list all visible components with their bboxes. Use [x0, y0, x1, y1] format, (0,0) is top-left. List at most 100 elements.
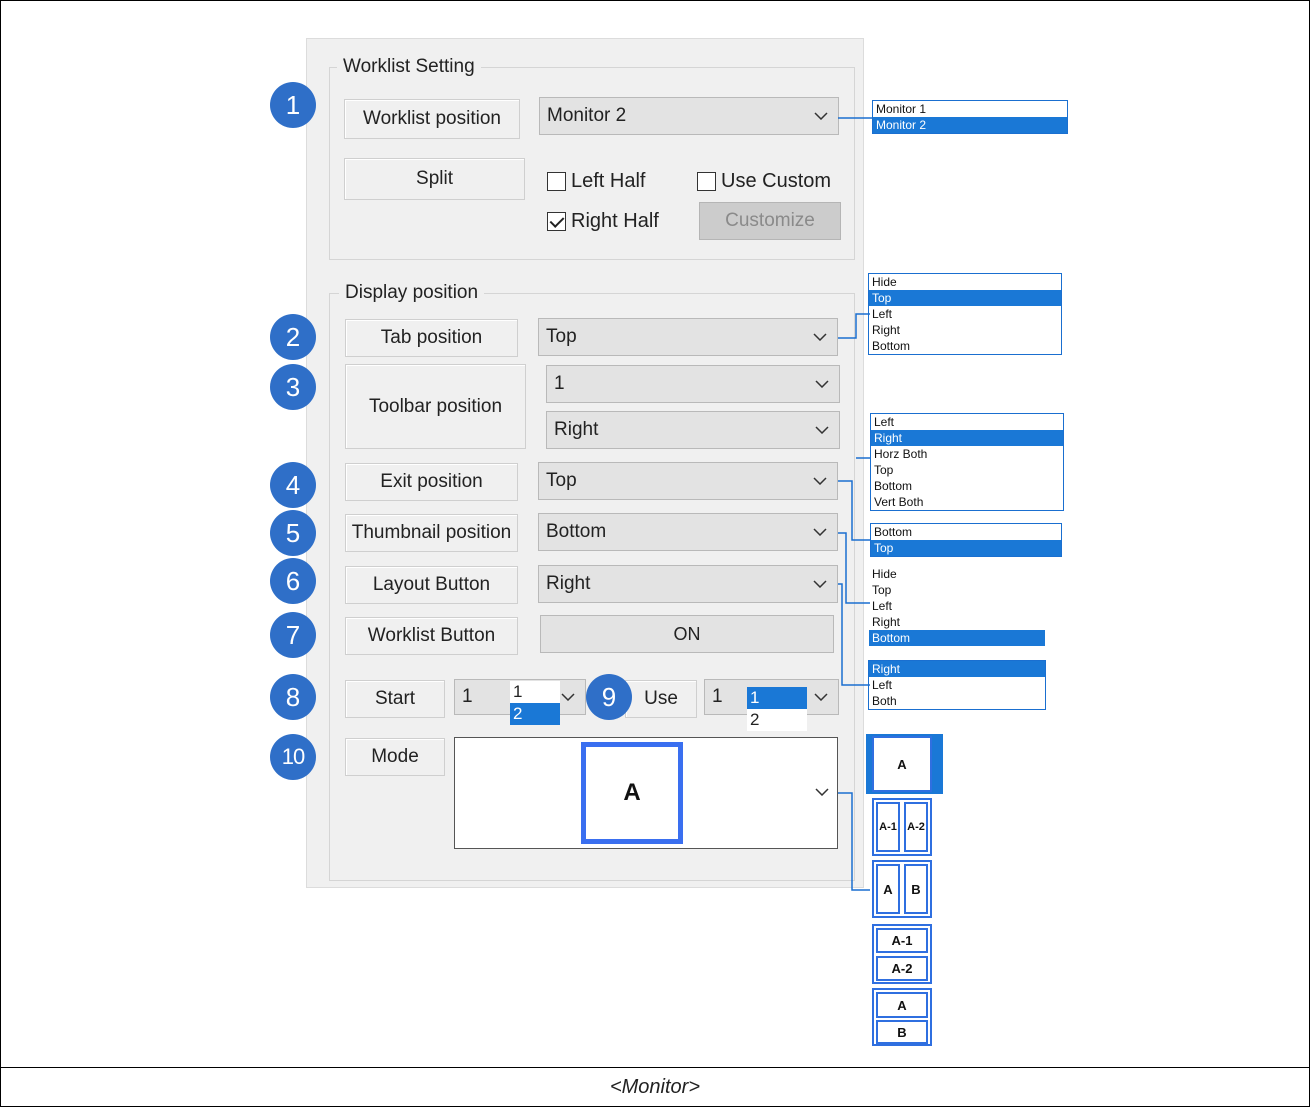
exit-position-options[interactable]: Bottom Top [870, 523, 1062, 557]
worklist-position-options[interactable]: Monitor 1 Monitor 2 [872, 100, 1068, 134]
toolbar-count-select[interactable]: 1 [546, 365, 840, 403]
use-option[interactable]: 1 [747, 687, 807, 709]
display-position-title: Display position [339, 282, 485, 304]
thumbnail-position-select[interactable]: Bottom [538, 513, 838, 551]
option[interactable]: Left [871, 414, 1063, 430]
right-half-checkbox[interactable]: Right Half [547, 210, 659, 233]
worklist-position-value: Monitor 2 [547, 105, 627, 126]
mode-option-vertical-split[interactable]: A-1 A-2 [872, 798, 932, 856]
option[interactable]: Hide [869, 274, 1061, 290]
toolbar-count-value: 1 [554, 373, 565, 394]
option[interactable]: Right [869, 322, 1061, 338]
exit-position-label: Exit position [345, 463, 518, 501]
mode-option-ab-horizontal[interactable]: A B [872, 860, 932, 918]
toolbar-position-options[interactable]: Left Right Horz Both Top Bottom Vert Bot… [870, 413, 1064, 511]
option[interactable]: Horz Both [871, 446, 1063, 462]
tab-position-value: Top [546, 326, 577, 347]
mode-label: Mode [345, 738, 445, 776]
worklist-button-label: Worklist Button [345, 617, 518, 655]
mode-option-ab-vertical[interactable]: A B [872, 988, 932, 1046]
worklist-setting-title: Worklist Setting [337, 56, 481, 78]
marker-4: 4 [270, 462, 316, 508]
checkbox-checked-icon [547, 212, 566, 231]
checkbox-icon [547, 172, 566, 191]
chevron-down-icon [814, 693, 828, 701]
chevron-down-icon [813, 477, 827, 485]
option[interactable]: Right [869, 614, 1045, 630]
marker-9: 9 [586, 674, 632, 720]
use-custom-label: Use Custom [721, 170, 832, 192]
customize-button[interactable]: Customize [699, 202, 841, 240]
thumbnail-position-options[interactable]: Hide Top Left Right Bottom [868, 565, 1046, 647]
use-custom-checkbox[interactable]: Use Custom [697, 170, 831, 193]
use-option[interactable]: 2 [747, 709, 807, 731]
toolbar-position-value: Right [554, 419, 599, 440]
figure-caption: <Monitor> [0, 1067, 1310, 1107]
panel-cut-2 [256, 408, 302, 458]
start-option[interactable]: 2 [510, 703, 560, 725]
start-option[interactable]: 1 [510, 681, 560, 703]
mode-preview: A [581, 742, 683, 844]
marker-8: 8 [270, 674, 316, 720]
mode-option-label: A-1 [876, 802, 900, 852]
option[interactable]: Top [869, 290, 1061, 306]
start-dropdown-list[interactable]: 1 2 [510, 681, 560, 725]
option[interactable]: Left [869, 306, 1061, 322]
split-label: Split [344, 158, 525, 200]
layout-button-label: Layout Button [345, 566, 518, 604]
option[interactable]: Top [869, 582, 1045, 598]
marker-5: 5 [270, 510, 316, 556]
marker-3: 3 [270, 364, 316, 410]
marker-10: 10 [270, 734, 316, 780]
left-half-checkbox[interactable]: Left Half [547, 170, 645, 193]
mode-select[interactable]: A [454, 737, 838, 849]
chevron-down-icon [815, 788, 829, 796]
option[interactable]: Top [871, 540, 1061, 556]
exit-position-select[interactable]: Top [538, 462, 838, 500]
mode-options[interactable]: A A-1 A-2 A B A-1 A-2 A B [866, 734, 946, 1046]
option[interactable]: Bottom [869, 338, 1061, 354]
mode-option-label: A-1 [876, 928, 928, 953]
use-label: Use [625, 680, 697, 718]
chevron-down-icon [561, 693, 575, 701]
start-value: 1 [462, 686, 473, 707]
option[interactable]: Bottom [871, 524, 1061, 540]
option[interactable]: Monitor 1 [873, 101, 1067, 117]
use-value: 1 [712, 686, 723, 707]
worklist-position-label: Worklist position [344, 99, 520, 139]
right-half-label: Right Half [571, 210, 659, 232]
option[interactable]: Left [869, 598, 1045, 614]
mode-option-label: A [876, 992, 928, 1018]
thumbnail-position-value: Bottom [546, 521, 607, 542]
mode-option-stacked-split[interactable]: A-1 A-2 [872, 924, 932, 984]
layout-button-options[interactable]: Right Left Both [868, 660, 1046, 710]
use-dropdown-list[interactable]: 1 2 [747, 687, 807, 731]
option[interactable]: Monitor 2 [873, 117, 1067, 133]
option[interactable]: Bottom [869, 630, 1045, 646]
option[interactable]: Right [869, 661, 1045, 677]
option[interactable]: Right [871, 430, 1063, 446]
tab-position-options[interactable]: Hide Top Left Right Bottom [868, 273, 1062, 355]
toolbar-position-label: Toolbar position [345, 364, 526, 449]
marker-2: 2 [270, 314, 316, 360]
mode-value: A [623, 779, 641, 806]
layout-button-select[interactable]: Right [538, 565, 838, 603]
chevron-down-icon [813, 580, 827, 588]
option[interactable]: Left [869, 677, 1045, 693]
worklist-position-select[interactable]: Monitor 2 [539, 97, 839, 135]
left-half-label: Left Half [571, 170, 646, 192]
marker-7: 7 [270, 612, 316, 658]
option[interactable]: Bottom [871, 478, 1063, 494]
option[interactable]: Hide [869, 566, 1045, 582]
tab-position-select[interactable]: Top [538, 318, 838, 356]
option[interactable]: Vert Both [871, 494, 1063, 510]
worklist-button-toggle[interactable]: ON [540, 615, 834, 653]
option[interactable]: Top [871, 462, 1063, 478]
chevron-down-icon [814, 112, 828, 120]
mode-option-label: A-2 [876, 956, 928, 981]
option[interactable]: Both [869, 693, 1045, 709]
mode-option-single[interactable]: A [866, 734, 943, 794]
toolbar-position-select[interactable]: Right [546, 411, 840, 449]
marker-6: 6 [270, 558, 316, 604]
chevron-down-icon [815, 426, 829, 434]
